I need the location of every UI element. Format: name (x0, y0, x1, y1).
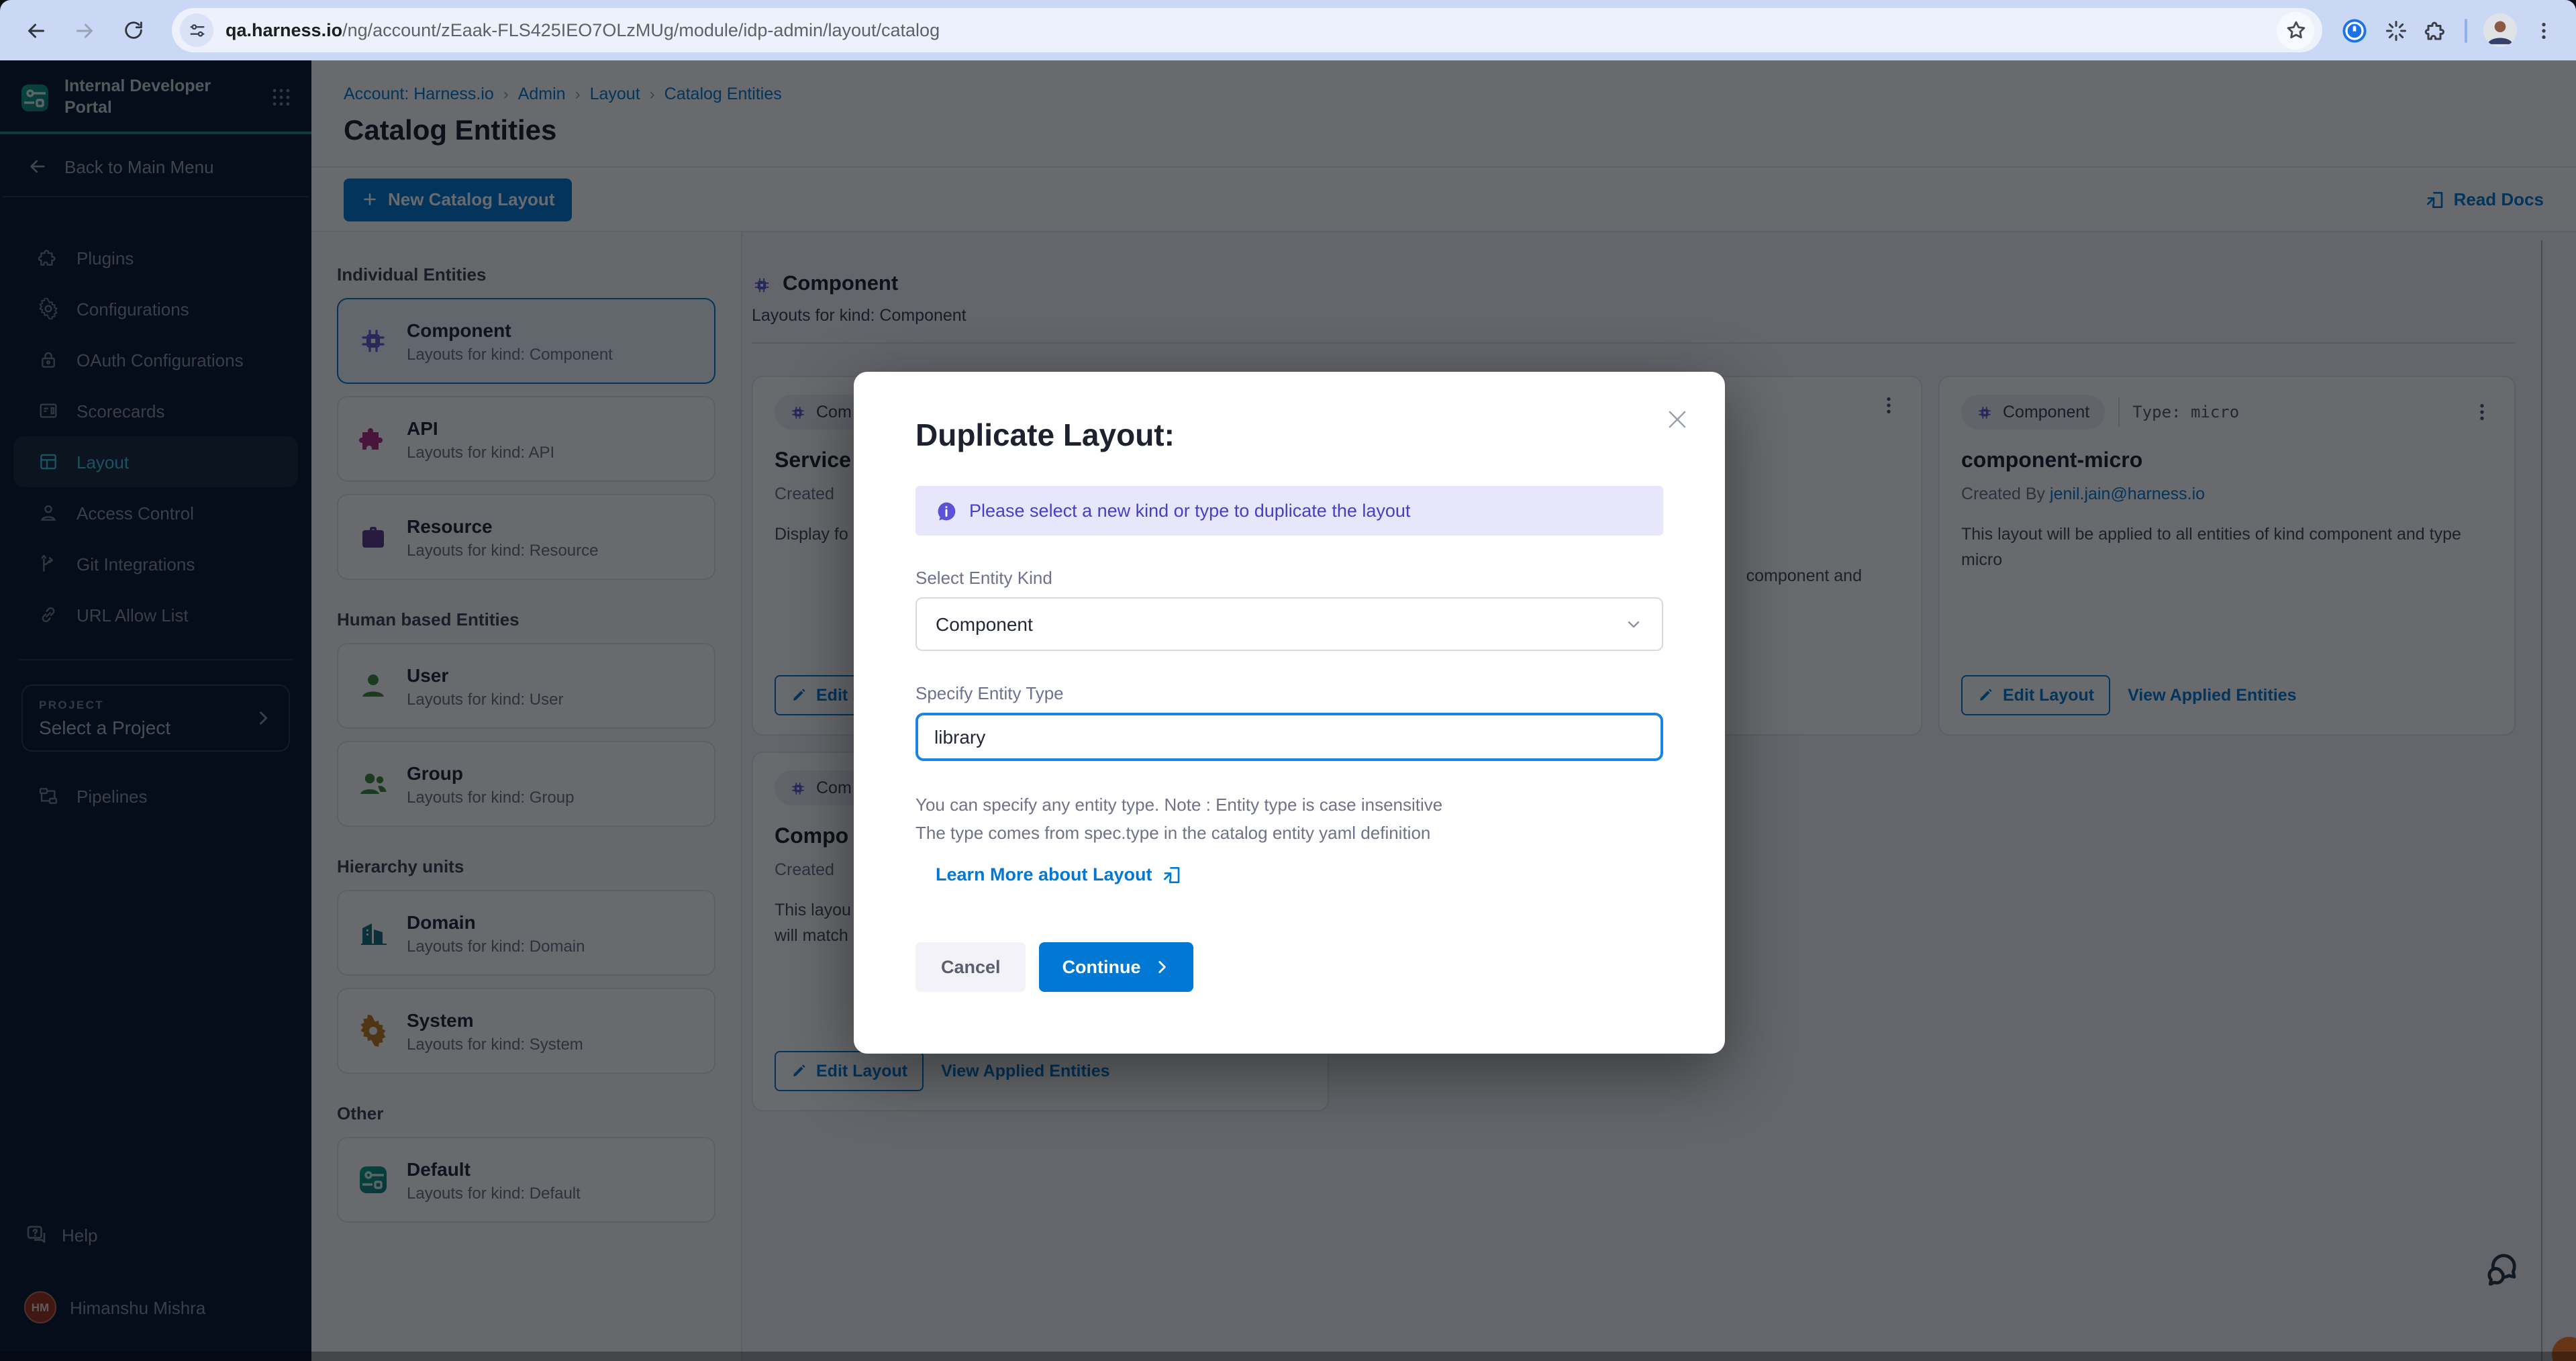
reload-icon[interactable] (113, 10, 153, 50)
close-icon[interactable] (1665, 407, 1690, 432)
info-banner: Please select a new kind or type to dupl… (915, 486, 1663, 536)
doc-export-icon (1162, 864, 1183, 886)
modal-title: Duplicate Layout: (915, 417, 1663, 454)
continue-button[interactable]: Continue (1040, 942, 1193, 992)
extensions-icon[interactable] (2424, 18, 2448, 42)
info-banner-text: Please select a new kind or type to dupl… (969, 501, 1410, 521)
help-line-1: You can specify any entity type. Note : … (915, 795, 1442, 815)
entity-kind-label: Select Entity Kind (915, 568, 1663, 588)
forward-icon[interactable] (64, 10, 105, 50)
entity-type-label: Specify Entity Type (915, 683, 1663, 703)
entity-kind-select[interactable]: Component (915, 597, 1663, 651)
continue-label: Continue (1062, 957, 1141, 977)
cancel-button[interactable]: Cancel (915, 942, 1026, 992)
browser-toolbar: qa.harness.io/ng/account/zEaak-FLS425IEO… (0, 0, 2576, 60)
chevron-right-icon (1153, 958, 1171, 976)
tune-icon[interactable] (180, 13, 213, 47)
profile-avatar[interactable] (2483, 13, 2517, 47)
chevron-down-icon (1624, 615, 1643, 634)
learn-more-label: Learn More about Layout (936, 865, 1152, 885)
entity-type-help: You can specify any entity type. Note : … (915, 791, 1663, 848)
divider (2465, 18, 2467, 42)
duplicate-layout-modal: Duplicate Layout: Please select a new ki… (854, 372, 1725, 1054)
learn-more-link[interactable]: Learn More about Layout (936, 864, 1663, 886)
spinner-icon[interactable] (2384, 18, 2408, 42)
info-icon (936, 500, 957, 521)
url-domain: qa.harness.io (226, 20, 342, 40)
url-text[interactable]: qa.harness.io/ng/account/zEaak-FLS425IEO… (226, 20, 940, 40)
help-line-2: The type comes from spec.type in the cat… (915, 823, 1430, 844)
back-icon[interactable] (16, 10, 56, 50)
entity-type-input[interactable] (915, 713, 1663, 761)
entity-kind-value: Component (936, 613, 1033, 635)
bookmark-star-icon[interactable] (2277, 11, 2314, 49)
url-path: /ng/account/zEaak-FLS425IEO7OLzMUg/modul… (342, 20, 940, 40)
browser-menu-kebab-icon[interactable] (2533, 19, 2555, 41)
url-bar[interactable]: qa.harness.io/ng/account/zEaak-FLS425IEO… (172, 8, 2322, 52)
onepassword-icon[interactable] (2341, 17, 2368, 44)
